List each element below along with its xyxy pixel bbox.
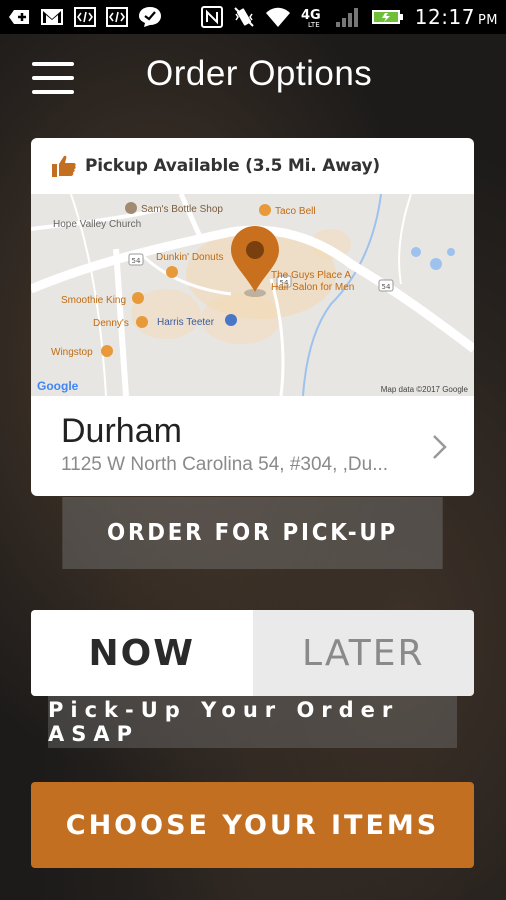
svg-text:Hair Salon for Men: Hair Salon for Men xyxy=(271,282,354,293)
chevron-right-icon[interactable] xyxy=(432,434,448,460)
add-icon xyxy=(8,6,30,28)
location-card[interactable]: Pickup Available (3.5 Mi. Away) 54 54 54… xyxy=(31,138,474,496)
svg-text:54: 54 xyxy=(132,257,141,265)
svg-text:Map data ©2017 Google: Map data ©2017 Google xyxy=(381,385,469,394)
battery-icon xyxy=(371,6,405,28)
signal-icon xyxy=(335,6,361,28)
chat-icon xyxy=(138,6,162,28)
status-bar: 4G LTE 12:17 PM xyxy=(0,0,506,34)
svg-text:54: 54 xyxy=(382,283,391,291)
svg-text:Denny's: Denny's xyxy=(93,318,129,329)
svg-text:LTE: LTE xyxy=(308,21,320,28)
later-option[interactable]: LATER xyxy=(252,610,474,696)
location-info[interactable]: Durham 1125 W North Carolina 54, #304, ,… xyxy=(31,396,474,496)
code-icon xyxy=(106,6,128,28)
location-city: Durham xyxy=(61,412,182,450)
svg-text:Taco Bell: Taco Bell xyxy=(275,206,316,217)
pickup-status-text: Pickup Available (3.5 Mi. Away) xyxy=(85,156,380,176)
choose-items-button[interactable]: CHOOSE YOUR ITEMS xyxy=(31,782,474,868)
svg-text:Hope Valley Church: Hope Valley Church xyxy=(53,219,141,230)
svg-text:Harris Teeter: Harris Teeter xyxy=(157,317,215,328)
location-address: 1125 W North Carolina 54, #304, ,Du... xyxy=(61,454,389,475)
svg-text:Sam's Bottle Shop: Sam's Bottle Shop xyxy=(141,204,223,215)
gmail-icon xyxy=(40,6,64,28)
lte-icon: 4G LTE xyxy=(301,6,325,28)
svg-text:The Guys Place A: The Guys Place A xyxy=(271,270,351,281)
clock: 12:17 PM xyxy=(414,5,498,29)
svg-text:Smoothie King: Smoothie King xyxy=(61,295,126,306)
location-map[interactable]: 54 54 54 Sam's Bottle Shop Taco Bell Hop… xyxy=(31,194,474,396)
now-option[interactable]: NOW xyxy=(31,610,253,696)
app-header: Order Options xyxy=(0,34,506,122)
svg-text:Dunkin' Donuts: Dunkin' Donuts xyxy=(156,252,224,263)
page-title: Order Options xyxy=(146,54,373,93)
pickup-status-row: Pickup Available (3.5 Mi. Away) xyxy=(31,138,474,194)
svg-text:Google: Google xyxy=(37,379,79,393)
code-icon xyxy=(74,6,96,28)
asap-label: Pick-Up Your Order ASAP xyxy=(48,696,457,748)
wifi-icon xyxy=(265,6,291,28)
menu-icon[interactable] xyxy=(32,62,74,94)
thumbs-up-icon xyxy=(52,155,76,177)
order-for-pickup-button[interactable]: ORDER FOR PICK-UP xyxy=(62,497,443,569)
time-toggle[interactable]: NOW LATER xyxy=(31,610,474,696)
svg-text:Wingstop: Wingstop xyxy=(51,347,93,358)
vibrate-icon xyxy=(233,6,255,28)
nfc-icon xyxy=(200,6,223,28)
